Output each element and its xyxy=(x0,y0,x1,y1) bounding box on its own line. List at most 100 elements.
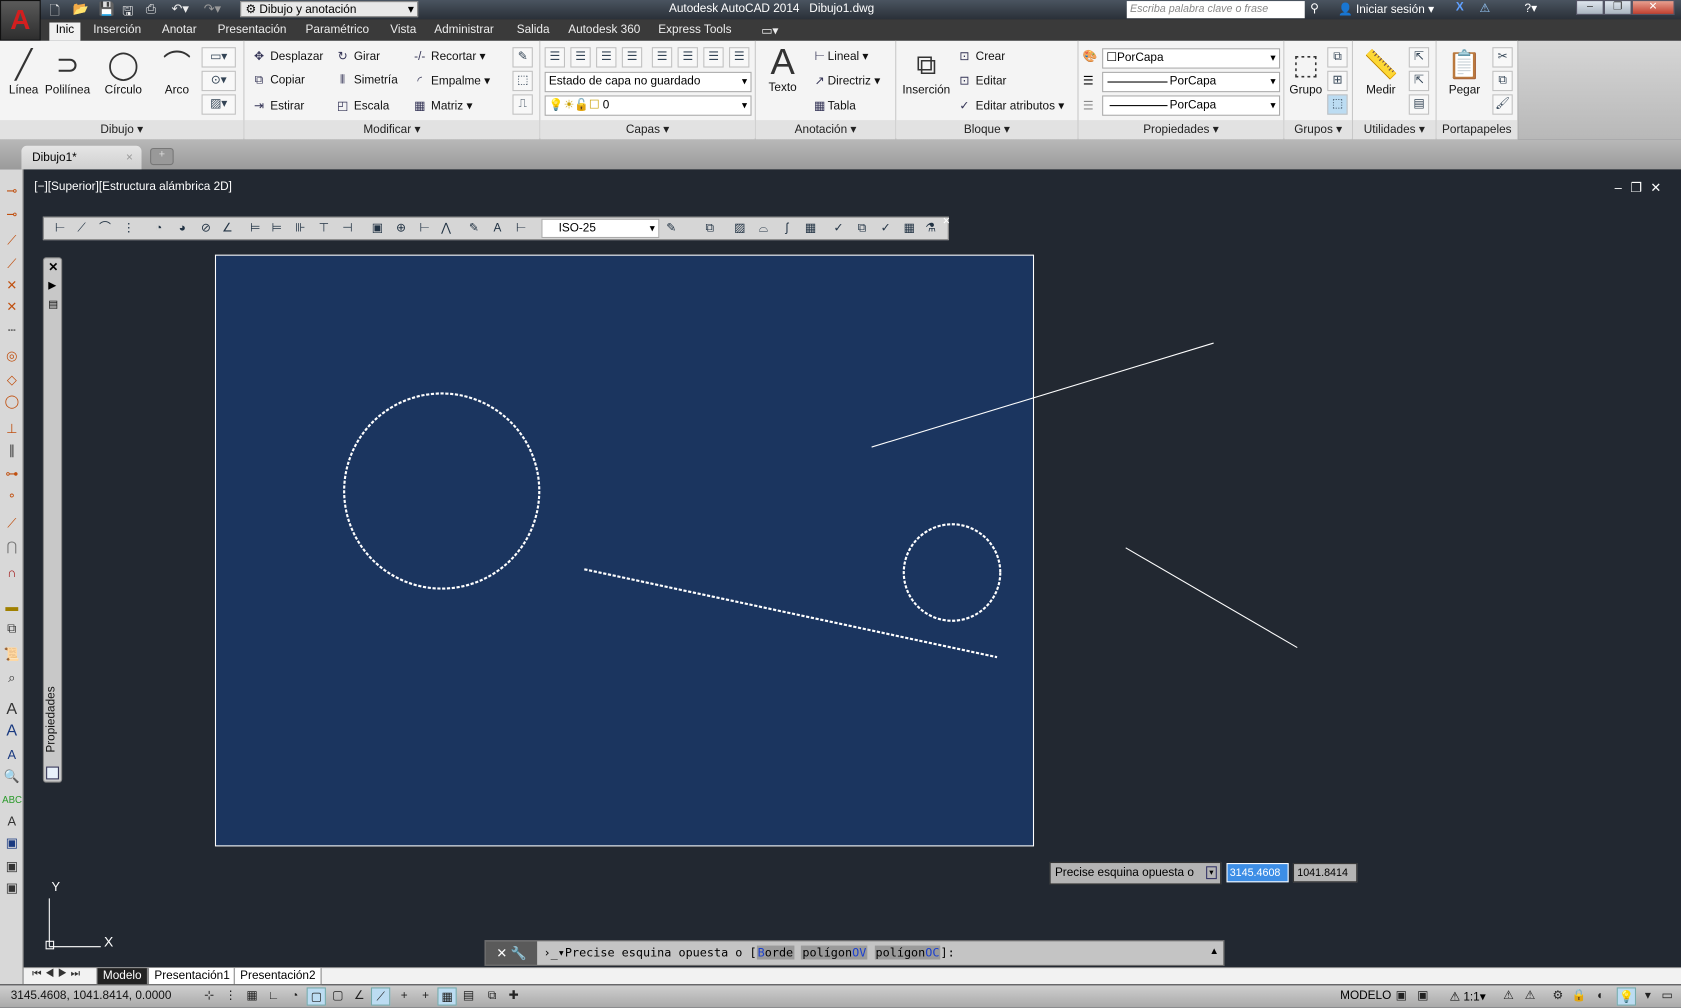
undo-icon[interactable]: ↶▾ xyxy=(172,1,189,18)
dim-update-icon[interactable]: ⊢ xyxy=(511,220,530,238)
hatch-tool-icon[interactable]: ▨ xyxy=(730,220,749,238)
mirror-button[interactable]: ⫴ Simetría xyxy=(334,74,398,88)
minimize-button[interactable]: – xyxy=(1575,0,1604,16)
continue-icon[interactable]: ⊪ xyxy=(291,220,310,238)
model-space-button[interactable]: MODELO xyxy=(1340,990,1391,1003)
rotate-button[interactable]: ↻ Girar xyxy=(334,49,380,63)
ortho-icon[interactable]: ∟ xyxy=(264,987,283,1005)
help-icon[interactable]: ?▾ xyxy=(1525,1,1537,15)
infer-constraints-icon[interactable]: ⊹ xyxy=(199,987,218,1005)
layers-icon[interactable]: ⧉ xyxy=(700,220,719,238)
tab-presentacion1[interactable]: Presentación1 xyxy=(147,968,237,986)
polygon-tool-icon[interactable]: ⟋ xyxy=(2,253,21,274)
snap-none-icon[interactable]: ⋂ xyxy=(2,536,21,557)
region-icon[interactable]: ⌓ xyxy=(754,220,773,238)
tab-inic[interactable]: Inic xyxy=(49,22,81,41)
arc-button[interactable]: ⌒ Arco xyxy=(157,45,198,96)
layer-dropdown[interactable]: 💡☀🔓☐ 0 xyxy=(544,95,752,116)
break-icon[interactable]: ⊣ xyxy=(338,220,357,238)
option-poligonoc[interactable]: polígonOC xyxy=(874,945,941,960)
properties-palette[interactable]: ✕ ▶ ▤ Propiedades xyxy=(42,257,63,783)
save-as-icon[interactable]: 🖫 xyxy=(122,1,133,18)
erase-button[interactable]: ✎ xyxy=(512,47,533,68)
zoom-icon[interactable]: ⌕ xyxy=(2,667,21,688)
option-borde[interactable]: Borde xyxy=(756,945,795,960)
tab-administrar[interactable]: Administrar xyxy=(428,23,501,38)
copy-button[interactable]: ⧉ Copiar xyxy=(251,74,305,88)
restore-button[interactable]: ❐ xyxy=(1603,0,1632,16)
quadrant-icon[interactable]: ◇ xyxy=(2,369,21,390)
panel-title-grupos[interactable]: Grupos ▾ xyxy=(1284,120,1352,140)
exchange-icon[interactable]: X xyxy=(1456,1,1464,14)
select-similar-button[interactable]: ⇱ xyxy=(1408,70,1430,92)
close-button[interactable]: ✕ xyxy=(1631,0,1675,16)
extension-icon[interactable]: ┄ xyxy=(2,319,21,340)
layer-previous-button[interactable]: ☰ xyxy=(621,47,643,68)
search-input[interactable]: Escriba palabra clave o frase xyxy=(1126,1,1305,19)
panel-title-portapapeles[interactable]: Portapapeles xyxy=(1436,120,1518,140)
jogged-icon[interactable]: ◕ xyxy=(173,220,192,238)
quick-select-button[interactable]: ⇱ xyxy=(1408,47,1430,68)
document-tab[interactable]: Dibujo1* × xyxy=(21,145,142,170)
block-editor-icon[interactable]: ⧉ xyxy=(852,220,871,238)
edit-block-button[interactable]: ⊡ Editar xyxy=(956,74,1006,88)
panel-title-bloque[interactable]: Bloque ▾ xyxy=(896,120,1078,140)
clean-screen-icon[interactable]: ▭ xyxy=(1657,987,1676,1005)
auto-hide-icon[interactable]: ▶ xyxy=(48,280,56,292)
polyline-tool-icon[interactable]: ⟋ xyxy=(2,229,21,250)
measure-tool-icon[interactable]: ▬ xyxy=(2,596,21,617)
insert-button[interactable]: ⧉ Inserción xyxy=(898,45,954,96)
layer-properties-button[interactable]: ☰ xyxy=(544,47,565,68)
dim-text-edit-icon[interactable]: A xyxy=(488,220,507,238)
explode-button[interactable]: ⬚ xyxy=(512,70,533,92)
field-icon[interactable]: ▦ xyxy=(899,220,918,238)
panel-title-capas[interactable]: Capas ▾ xyxy=(540,120,755,140)
panel-title-dibujo[interactable]: Dibujo ▾ xyxy=(0,120,244,140)
fillet-button[interactable]: ◜ Empalme ▾ xyxy=(412,74,490,88)
snap-intersection-icon[interactable]: ✕ xyxy=(2,274,21,295)
snap-mode-icon[interactable]: ⋮ xyxy=(221,987,240,1005)
grid-icon[interactable]: ▦ xyxy=(242,987,261,1005)
close-command-icon[interactable]: ✕ xyxy=(496,946,507,961)
match-properties-button[interactable]: 🖌 xyxy=(1492,94,1513,115)
trim-button[interactable]: -/- Recortar ▾ xyxy=(412,49,485,63)
script-icon[interactable]: 📜 xyxy=(2,643,21,664)
leader-button[interactable]: ↗ Directriz ▾ xyxy=(812,74,880,88)
dim-style-dropdown[interactable]: ISO-25 xyxy=(541,218,660,239)
block-tool-icon[interactable]: ⧉ xyxy=(2,618,21,639)
jogged-linear-icon[interactable]: ⋀ xyxy=(436,220,455,238)
scale-button[interactable]: ◰ Escala xyxy=(334,99,389,113)
panel-title-anotacion[interactable]: Anotación ▾ xyxy=(755,120,896,140)
ribbon-minimize-icon[interactable]: ▭▾ xyxy=(755,23,785,39)
otrack-icon[interactable]: ∠ xyxy=(350,987,369,1005)
aligned-dim-icon[interactable]: ⟋ xyxy=(72,220,91,238)
viewport-controls[interactable]: [−][Superior][Estructura alámbrica 2D] xyxy=(34,180,232,193)
calculator-button[interactable]: ▤ xyxy=(1408,94,1430,115)
drawing-area[interactable]: Y X xyxy=(23,169,1681,985)
construction-line-icon[interactable]: ⊸ xyxy=(2,204,21,225)
layer-isolate-button[interactable]: ☰ xyxy=(651,47,673,68)
viewport-window-controls[interactable]: –❐✕ xyxy=(1615,180,1670,195)
osnap-icon[interactable]: ▢ xyxy=(306,987,326,1006)
offset-button[interactable]: ⎍ xyxy=(512,94,533,115)
attribute-edit-icon[interactable]: ✓ xyxy=(876,220,895,238)
angular-icon[interactable]: ∠ xyxy=(218,220,237,238)
text-tool-icon[interactable]: A xyxy=(2,699,21,720)
array-button[interactable]: ▦ Matriz ▾ xyxy=(412,99,472,113)
create-block-button[interactable]: ⊡ Crear xyxy=(956,49,1005,63)
panel-title-modificar[interactable]: Modificar ▾ xyxy=(244,120,540,140)
parallel-icon[interactable]: ∥ xyxy=(2,440,21,461)
radius-icon[interactable]: ◔ xyxy=(149,220,168,238)
auto-scale-icon[interactable]: ⚠ xyxy=(1520,987,1539,1005)
space-icon[interactable]: ⊤ xyxy=(314,220,333,238)
command-line[interactable]: ✕ 🔧 ›_▾Precise esquina opuesta o [Borde … xyxy=(484,940,1225,966)
measure-button[interactable]: 📏 Medir xyxy=(1359,45,1402,96)
palette-menu-icon[interactable]: ▤ xyxy=(48,299,58,311)
annotation-monitor-icon[interactable]: ✚ xyxy=(504,987,523,1005)
group-edit-button[interactable]: ⊞ xyxy=(1327,70,1348,92)
autodesk-icon[interactable]: ⚠ xyxy=(1479,1,1490,15)
polar-icon[interactable]: ◔ xyxy=(285,987,304,1005)
stretch-button[interactable]: ⇥ Estirar xyxy=(251,99,304,113)
save-icon[interactable]: 💾 xyxy=(99,1,115,18)
rectangle-button[interactable]: ▭▾ xyxy=(201,47,236,68)
